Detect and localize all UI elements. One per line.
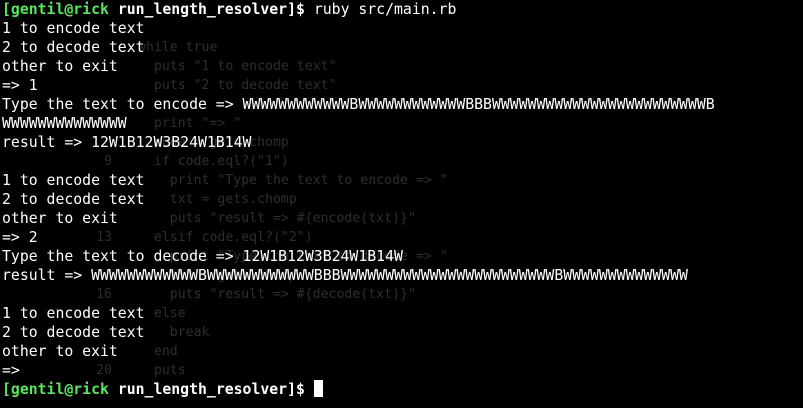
menu-line-encode: 1 to encode text <box>2 172 145 189</box>
menu-line-exit: other to exit <box>2 58 118 75</box>
encode-result-line: result => 12W1B12W3B24W1B14W <box>2 134 252 151</box>
menu-line-exit: other to exit <box>2 343 118 360</box>
prompt-user-host: [gentil@rick <box>2 1 109 18</box>
decode-input: 12W1B12W3B24W1B14W <box>242 248 403 265</box>
encode-prompt: Type the text to encode => <box>2 96 243 113</box>
prompt-directory: run_length_resolver <box>117 381 288 398</box>
menu-line-decode: 2 to decode text <box>2 39 145 56</box>
terminal-output: [gentil@rick run_length_resolver]$ ruby … <box>2 0 715 399</box>
menu-line-encode: 1 to encode text <box>2 20 145 37</box>
choice-line: => <box>2 362 20 379</box>
prompt-directory: run_length_resolver <box>117 1 288 18</box>
prompt-dollar: ]$ <box>287 381 305 398</box>
decode-prompt-line: Type the text to decode => 12W1B12W3B24W… <box>2 247 715 266</box>
choice-line: => 1 <box>2 77 38 94</box>
text-cursor[interactable] <box>313 380 323 397</box>
prompt-line: [gentil@rick run_length_resolver]$ <box>2 380 715 399</box>
encode-input-wrap: WWWWWWWWWWWWWW <box>2 115 127 132</box>
terminal-window[interactable]: while true puts "1 to encode text" puts … <box>0 0 803 408</box>
command-text: ruby src/main.rb <box>313 1 457 18</box>
menu-line-exit: other to exit <box>2 210 118 227</box>
prompt-dollar: ]$ <box>287 1 305 18</box>
choice-line: => 2 <box>2 229 38 246</box>
decode-result-line: result => WWWWWWWWWWWWBWWWWWWWWWWWWBBBWW… <box>2 267 688 284</box>
prompt-user-host: [gentil@rick <box>2 381 109 398</box>
decode-prompt: Type the text to decode => <box>2 248 243 265</box>
encode-prompt-line: Type the text to encode => WWWWWWWWWWWWB… <box>2 95 715 114</box>
encode-input-part1: WWWWWWWWWWWWBWWWWWWWWWWWWBBBWWWWWWWWWWWW… <box>242 96 715 113</box>
menu-line-decode: 2 to decode text <box>2 324 145 341</box>
menu-line-decode: 2 to decode text <box>2 191 145 208</box>
prompt-line: [gentil@rick run_length_resolver]$ ruby … <box>2 0 715 19</box>
menu-line-encode: 1 to encode text <box>2 305 145 322</box>
